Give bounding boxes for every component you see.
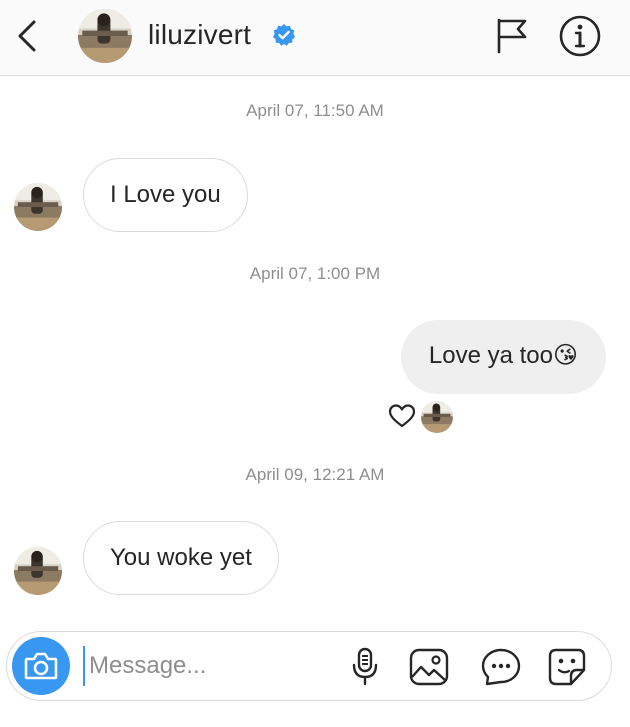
message-text: You woke yet xyxy=(110,544,252,571)
camera-button[interactable] xyxy=(12,637,70,695)
voice-message-button[interactable] xyxy=(343,646,387,688)
heart-icon[interactable] xyxy=(388,403,416,429)
reactor-avatar xyxy=(421,401,453,433)
incoming-message-bubble[interactable]: You woke yet xyxy=(83,521,279,595)
verified-badge-icon xyxy=(273,24,295,46)
kiss-emoji: 😘 xyxy=(552,342,578,369)
more-options-button[interactable] xyxy=(479,646,523,688)
flag-icon xyxy=(497,18,527,54)
chevron-left-icon xyxy=(18,20,36,52)
avatar[interactable] xyxy=(14,183,62,231)
message-timestamp: April 07, 11:50 AM xyxy=(246,101,384,120)
incoming-message-bubble[interactable]: I Love you xyxy=(83,158,248,232)
message-composer xyxy=(6,631,612,701)
sticker-button[interactable] xyxy=(545,646,589,688)
message-input[interactable] xyxy=(83,646,333,686)
report-button[interactable] xyxy=(494,14,530,56)
more-icon xyxy=(481,648,521,686)
message-text: I Love you xyxy=(110,181,221,208)
microphone-icon xyxy=(352,647,378,686)
outgoing-message-bubble[interactable]: Love ya too😘 xyxy=(400,320,606,394)
message-timestamp: April 07, 1:00 PM xyxy=(249,264,381,283)
gallery-button[interactable] xyxy=(407,646,451,688)
image-icon xyxy=(409,648,449,686)
back-button[interactable] xyxy=(12,16,46,56)
camera-icon xyxy=(24,652,58,680)
avatar[interactable] xyxy=(78,9,132,63)
message-text: Love ya too xyxy=(428,342,553,369)
message-timestamp: April 09, 12:21 AM xyxy=(245,465,385,484)
info-button[interactable] xyxy=(557,13,603,59)
chat-header: liluzivert xyxy=(0,0,630,76)
username[interactable]: liluzivert xyxy=(148,19,251,51)
sticker-icon xyxy=(548,648,586,686)
avatar[interactable] xyxy=(14,547,62,595)
info-icon xyxy=(559,15,601,57)
